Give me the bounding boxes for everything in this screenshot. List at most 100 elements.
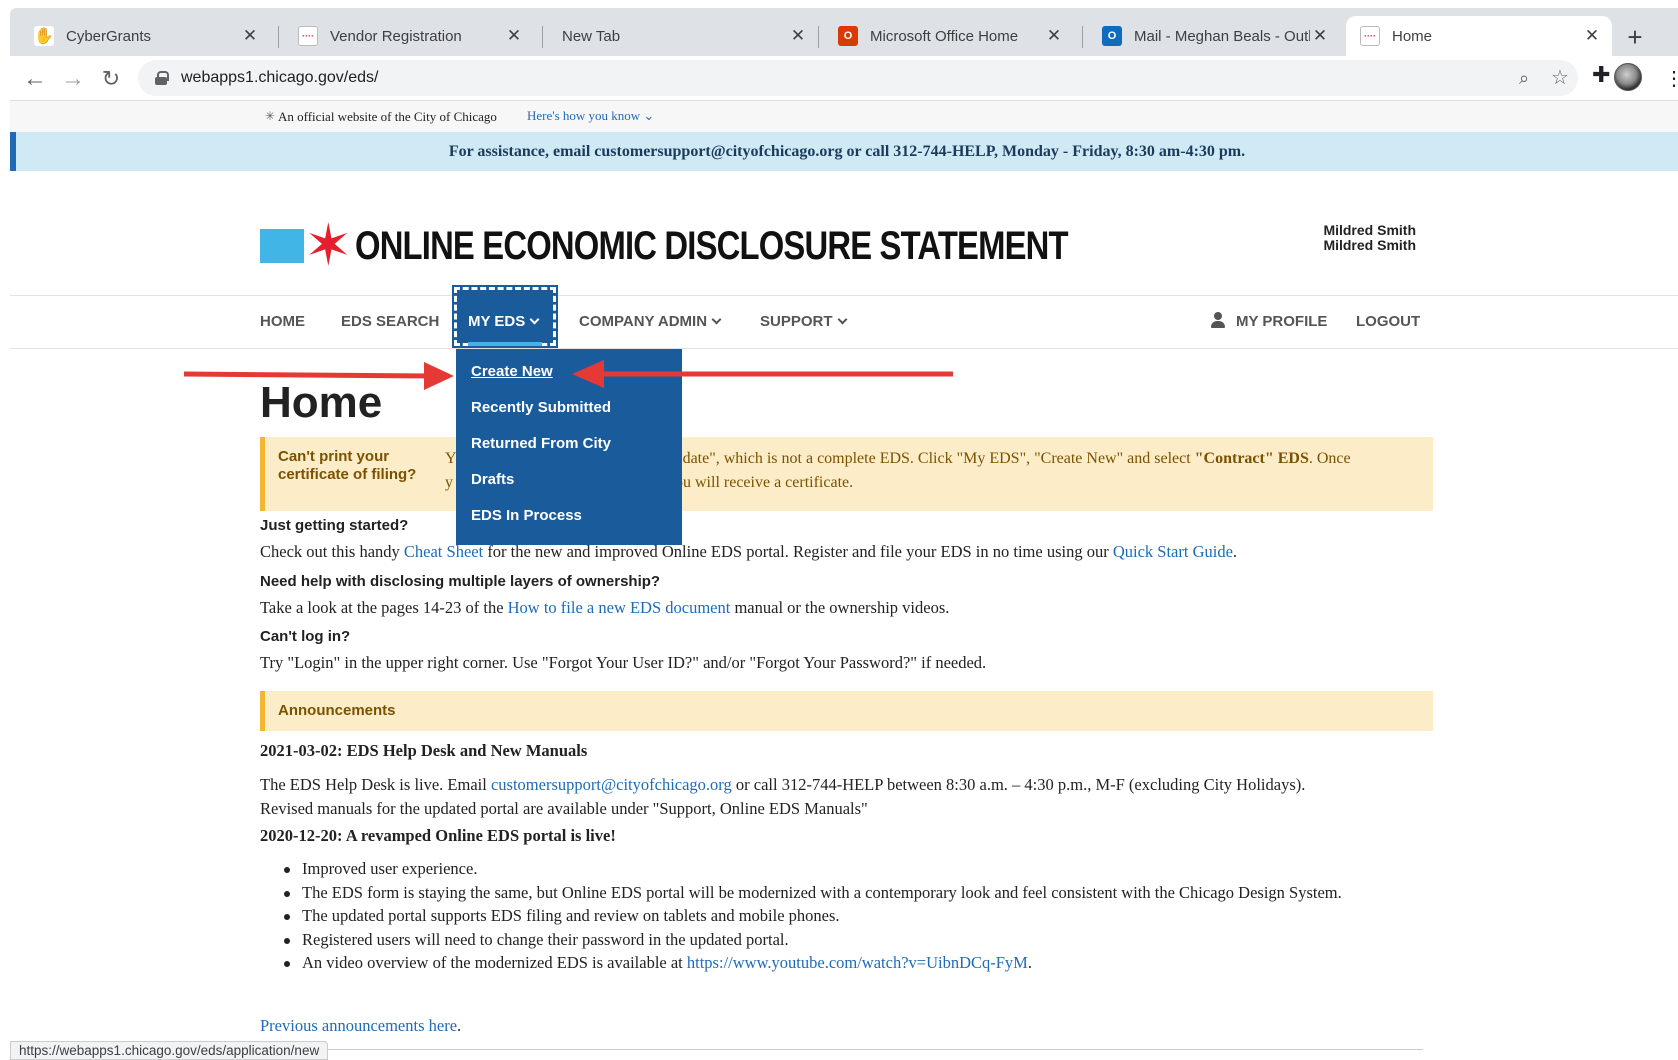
nav-my-eds[interactable]: MY EDS (452, 285, 558, 348)
office-icon: O (838, 26, 858, 46)
page-viewport: ✳ An official website of the City of Chi… (10, 101, 1678, 1060)
text: . (1232, 542, 1238, 561)
alert-bold-text: "Contract" EDS (1194, 450, 1309, 467)
close-icon[interactable]: ✕ (240, 26, 260, 46)
user-icon (1210, 312, 1226, 329)
tab-title: Home (1392, 27, 1433, 45)
quick-start-guide-link[interactable]: Quick Start Guide (1113, 542, 1233, 561)
user-name-secondary: Mildred Smith (1323, 237, 1416, 253)
forward-icon[interactable]: → (56, 62, 90, 96)
lock-icon (155, 71, 169, 85)
close-icon[interactable]: ✕ (788, 26, 808, 46)
list-item: Registered users will need to change the… (260, 928, 1380, 952)
nav-label: LOGOUT (1356, 313, 1421, 330)
list-item: The updated portal supports EDS filing a… (260, 904, 1380, 928)
alert-text: y (445, 474, 453, 491)
more-menu-icon[interactable]: ⋮ (1664, 66, 1678, 91)
nav-label: SUPPORT (760, 313, 833, 330)
reload-icon[interactable]: ↻ (94, 62, 128, 96)
text: manual or the ownership videos. (734, 598, 950, 617)
close-icon[interactable]: ✕ (1044, 26, 1064, 46)
alert-text: pdate", which is not a complete EDS. Cli… (674, 450, 1191, 467)
section-heading: Need help with disclosing multiple layer… (260, 573, 661, 590)
chevron-down-icon (837, 314, 847, 325)
how-to-file-link[interactable]: How to file a new EDS document (508, 598, 731, 617)
nav-label: COMPANY ADMIN (579, 313, 708, 330)
paragraph: The EDS Help Desk is live. Email custome… (260, 773, 1433, 820)
tab-title: CyberGrants (66, 27, 152, 45)
tab-title: Microsoft Office Home (870, 27, 1019, 45)
dropdown-item-create-new[interactable]: Create New (456, 362, 682, 398)
chicago-star-icon: ✶ (304, 213, 353, 278)
paragraph: Take a look at the pages 14-23 of the Ho… (260, 598, 1433, 618)
official-text: An official website of the City of Chica… (278, 109, 497, 124)
close-icon[interactable]: ✕ (1582, 26, 1602, 46)
tab-outlook-mail[interactable]: O Mail - Meghan Beals - Outlo ✕ (1088, 16, 1340, 56)
site-logo[interactable]: ✶ ONLINE ECONOMIC DISCLOSURE STATEMENT (260, 213, 1224, 278)
zoom-icon[interactable]: ⌕ (1512, 66, 1536, 90)
alert-text: ou will receive a certificate. (675, 474, 854, 491)
browser-tabstrip: ✋ CyberGrants ✕ ···· Vendor Registration… (10, 8, 1678, 56)
nav-label: MY EDS (468, 313, 526, 330)
extensions-puzzle-icon[interactable]: ✚ (1592, 62, 1610, 88)
page-title: Home (260, 378, 383, 427)
tab-microsoft-office[interactable]: O Microsoft Office Home ✕ (824, 16, 1074, 56)
tab-new-tab[interactable]: New Tab ✕ (548, 16, 818, 56)
new-tab-button[interactable]: + (1618, 22, 1652, 52)
tab-separator (1082, 26, 1083, 48)
url-text: webapps1.chicago.gov/eds/ (181, 69, 379, 86)
dropdown-item-eds-in-process[interactable]: EDS In Process (456, 506, 682, 542)
heres-how-link[interactable]: Here's how you know ⌄ (527, 108, 654, 124)
bookmark-star-icon[interactable]: ☆ (1548, 66, 1572, 90)
nav-support[interactable]: SUPPORT (760, 296, 847, 348)
alert-heading: Can't print your certificate of filing? (278, 448, 417, 483)
list-item: An video overview of the modernized EDS … (260, 951, 1380, 975)
text: Take a look at the pages 14-23 of the (260, 598, 504, 617)
user-name-block: Mildred Smith Mildred Smith (1323, 223, 1416, 253)
nav-eds-search[interactable]: EDS SEARCH (341, 296, 439, 348)
window-edge (0, 0, 10, 1060)
tab-cybergrants[interactable]: ✋ CyberGrants ✕ (20, 16, 270, 56)
text: Check out this handy (260, 542, 400, 561)
status-bar-url: https://webapps1.chicago.gov/eds/applica… (10, 1041, 329, 1060)
star-icon: ✳ (265, 109, 276, 123)
address-bar[interactable]: webapps1.chicago.gov/eds/ ⌕ ☆ (138, 60, 1578, 96)
tab-home[interactable]: ···· Home ✕ (1346, 16, 1612, 56)
announcement-title: 2020-12-20: A revamped Online EDS portal… (260, 826, 1433, 846)
tab-vendor-registration[interactable]: ···· Vendor Registration ✕ (284, 16, 534, 56)
youtube-video-link[interactable]: https://www.youtube.com/watch?v=UibnDCq-… (687, 953, 1028, 972)
nav-company-admin[interactable]: COMPANY ADMIN (579, 296, 722, 348)
previous-announcements-link[interactable]: Previous announcements here (260, 1016, 457, 1035)
text: . (1027, 953, 1032, 972)
certificate-alert: Can't print your certificate of filing? … (260, 437, 1433, 511)
profile-avatar[interactable] (1614, 63, 1642, 91)
footer-divider (250, 1049, 1423, 1050)
main-nav: HOME EDS SEARCH MY EDS COMPANY ADMIN SUP… (10, 285, 1678, 349)
text: . (457, 1016, 462, 1035)
chicago-favicon-icon: ···· (1360, 26, 1380, 46)
nav-home[interactable]: HOME (260, 296, 305, 348)
list-item: Improved user experience. (260, 857, 1380, 881)
nav-label: HOME (260, 313, 305, 330)
alert-text: Y (445, 450, 457, 467)
announcement-title: 2021-03-02: EDS Help Desk and New Manual… (260, 741, 588, 760)
nav-label: EDS SEARCH (341, 313, 440, 330)
browser-toolbar: ← → ↻ webapps1.chicago.gov/eds/ ⌕ ☆ ✚ (10, 56, 1678, 101)
tab-title: Mail - Meghan Beals - Outlo (1134, 27, 1310, 45)
nav-label: MY PROFILE (1236, 313, 1328, 330)
dropdown-item-drafts[interactable]: Drafts (456, 470, 682, 506)
text: The EDS Help Desk is live. Email (260, 775, 487, 794)
support-email-link[interactable]: customersupport@cityofchicago.org (491, 775, 732, 794)
nav-my-profile[interactable]: MY PROFILE (1210, 296, 1327, 348)
announcement-date: 2020-12-20 (260, 826, 337, 845)
my-eds-dropdown: Create New Recently Submitted Returned F… (456, 349, 682, 545)
nav-logout[interactable]: LOGOUT (1356, 296, 1420, 348)
dropdown-item-recently-submitted[interactable]: Recently Submitted (456, 398, 682, 434)
close-icon[interactable]: ✕ (1310, 26, 1330, 46)
back-icon[interactable]: ← (18, 62, 52, 96)
official-website-banner: ✳ An official website of the City of Chi… (10, 101, 1678, 132)
close-icon[interactable]: ✕ (504, 26, 524, 46)
section-heading: Can't log in? (260, 628, 351, 645)
chicago-favicon-icon: ···· (298, 26, 318, 46)
dropdown-item-returned-from-city[interactable]: Returned From City (456, 434, 682, 470)
